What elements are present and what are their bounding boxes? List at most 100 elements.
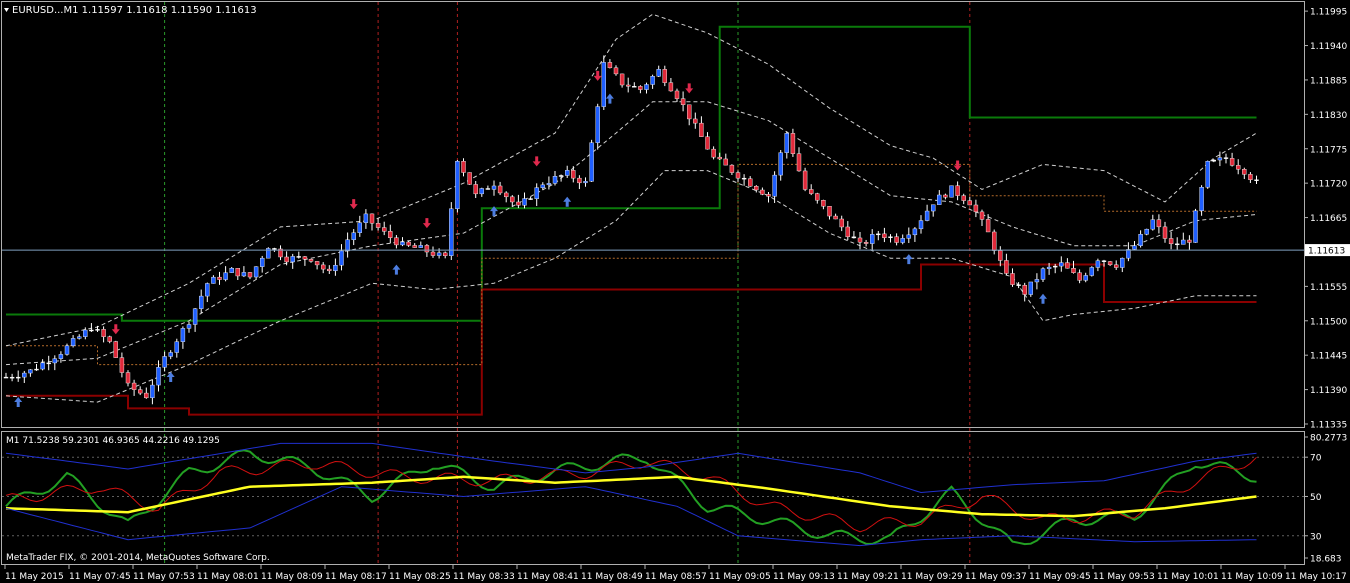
time-axis-label: 11 May 08:41 bbox=[517, 572, 579, 582]
candle-body bbox=[1132, 245, 1137, 250]
candle-body bbox=[1211, 159, 1217, 162]
price-axis-label: 1.11555 bbox=[1310, 283, 1347, 293]
candle bbox=[266, 247, 271, 259]
candle-body bbox=[1077, 272, 1082, 281]
candle bbox=[1205, 160, 1210, 189]
candle-body bbox=[583, 181, 588, 184]
candle-body bbox=[784, 133, 789, 153]
candle-body bbox=[870, 234, 875, 244]
time-axis-label: 11 May 08:57 bbox=[645, 572, 707, 582]
candle-body bbox=[1113, 264, 1119, 268]
price-axis-label: 1.11995 bbox=[1310, 8, 1347, 18]
candle-body bbox=[101, 329, 106, 337]
candle-body bbox=[1016, 284, 1021, 286]
candle-body bbox=[436, 252, 442, 256]
candle-body bbox=[302, 256, 308, 260]
time-axis-label: 11 May 09:13 bbox=[773, 572, 835, 582]
candle-body bbox=[314, 261, 320, 266]
candle-body bbox=[906, 234, 911, 239]
candle-body bbox=[412, 245, 417, 248]
candle-body bbox=[1254, 179, 1259, 181]
candle-body bbox=[357, 222, 362, 233]
candle-body bbox=[1040, 268, 1046, 280]
candle-body bbox=[1138, 234, 1143, 246]
candle-body bbox=[754, 186, 759, 191]
candle-body bbox=[894, 236, 899, 243]
candle-body bbox=[571, 170, 576, 179]
candle-body bbox=[247, 272, 253, 278]
candle-body bbox=[1242, 169, 1247, 175]
candle-body bbox=[650, 76, 655, 85]
candle-body bbox=[205, 283, 210, 297]
candle-body bbox=[1174, 243, 1180, 246]
candle-body bbox=[485, 188, 491, 190]
candle-body bbox=[443, 252, 448, 256]
candle-body bbox=[491, 185, 497, 190]
candle-body bbox=[3, 376, 9, 379]
candle-body bbox=[1162, 226, 1168, 239]
candle-body bbox=[1193, 210, 1198, 243]
candle-body bbox=[272, 248, 277, 250]
candle-body bbox=[985, 219, 991, 233]
candle-body bbox=[619, 73, 625, 86]
candle-body bbox=[284, 256, 289, 263]
candle-body bbox=[497, 185, 503, 194]
candle-body bbox=[748, 178, 753, 187]
time-axis-label: 11 May 09:37 bbox=[965, 572, 1027, 582]
candle bbox=[589, 139, 594, 182]
current-price-label: 1.11613 bbox=[1308, 247, 1345, 257]
candle-body bbox=[333, 265, 338, 272]
candle-body bbox=[778, 152, 783, 176]
candle-body bbox=[455, 161, 460, 210]
candle-body bbox=[516, 201, 521, 206]
candle-body bbox=[644, 84, 649, 90]
candle-body bbox=[839, 218, 844, 228]
candle-body bbox=[321, 264, 326, 270]
candle-body bbox=[449, 208, 454, 256]
price-axis-label: 1.11665 bbox=[1310, 214, 1347, 224]
candle-body bbox=[418, 245, 423, 248]
candle-body bbox=[479, 188, 484, 195]
time-axis-label: 11 May 10:09 bbox=[1221, 572, 1283, 582]
candle-body bbox=[1071, 268, 1076, 273]
time-axis-label: 11 May 09:05 bbox=[709, 572, 771, 582]
candle-body bbox=[546, 183, 552, 186]
candle-body bbox=[504, 192, 509, 198]
time-axis-label: 11 May 07:53 bbox=[133, 572, 195, 582]
time-axis-label: 11 May 10:17 bbox=[1285, 572, 1347, 582]
candle-body bbox=[638, 86, 643, 90]
trading-chart[interactable]: 1.11613 1.11995 1.11940 1.11885 1.11830 1.11… bbox=[0, 0, 1350, 583]
candle-body bbox=[601, 62, 606, 107]
symbol-header: EURUSD...M1 1.11597 1.11618 1.11590 1.11… bbox=[4, 5, 257, 16]
candle-body bbox=[217, 276, 222, 280]
copyright-text: MetaTrader FIX, © 2001-2014, MetaQuotes … bbox=[6, 553, 270, 563]
candle-body bbox=[95, 329, 100, 331]
candle-body bbox=[863, 242, 869, 244]
candle-body bbox=[345, 239, 350, 252]
candle-body bbox=[180, 328, 186, 342]
candle-body bbox=[1223, 157, 1229, 159]
candle-body bbox=[540, 184, 545, 188]
candle-body bbox=[662, 69, 667, 83]
candle-body bbox=[168, 352, 173, 357]
candle-body bbox=[424, 245, 430, 253]
candle-body bbox=[83, 329, 88, 337]
candle-body bbox=[125, 372, 131, 384]
candle-body bbox=[937, 194, 942, 205]
candle-body bbox=[656, 69, 661, 77]
candle-body bbox=[89, 329, 94, 332]
price-axis-label: 1.11940 bbox=[1310, 42, 1347, 52]
candle-body bbox=[809, 189, 814, 194]
candle-body bbox=[461, 161, 466, 173]
candle-body bbox=[510, 196, 515, 203]
oscillator-axis-label: 30 bbox=[1310, 532, 1322, 542]
candle-body bbox=[1107, 261, 1113, 266]
candle-body bbox=[552, 176, 558, 184]
candle-body bbox=[1235, 165, 1241, 170]
candle-body bbox=[406, 241, 411, 246]
candle-body bbox=[1156, 219, 1162, 228]
candle-body bbox=[632, 86, 637, 88]
candle-body bbox=[64, 345, 70, 355]
price-axis-label: 1.11775 bbox=[1310, 145, 1347, 155]
candle-body bbox=[1059, 262, 1064, 267]
